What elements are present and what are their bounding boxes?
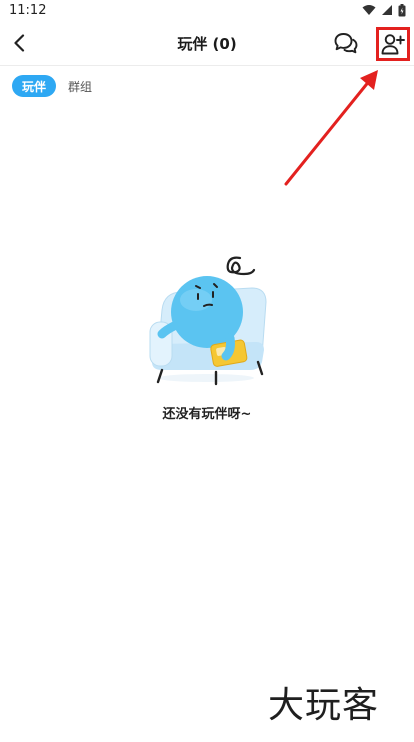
status-icons [362, 3, 406, 17]
wifi-icon [362, 5, 376, 15]
tab-groups[interactable]: 群组 [64, 75, 96, 97]
signal-icon [382, 5, 392, 15]
chat-button[interactable] [332, 29, 360, 57]
tab-bar: 玩伴 群组 [12, 75, 96, 97]
empty-state-illustration [149, 256, 267, 386]
header: 玩伴 (0) [0, 20, 414, 66]
status-time: 11:12 [9, 2, 47, 18]
add-friend-button[interactable] [376, 27, 410, 61]
status-bar: 11:12 [0, 0, 414, 20]
battery-icon [398, 3, 406, 16]
tab-playmates[interactable]: 玩伴 [12, 75, 57, 97]
chat-bubbles-icon [334, 33, 358, 54]
add-friend-icon [381, 34, 405, 55]
screen: 11:12 玩伴 (0) 玩伴 群组 还没有玩伴呀~ 大玩客 [0, 0, 414, 742]
empty-state-message: 还没有玩伴呀~ [162, 407, 252, 422]
watermark: 大玩客 [268, 685, 380, 726]
